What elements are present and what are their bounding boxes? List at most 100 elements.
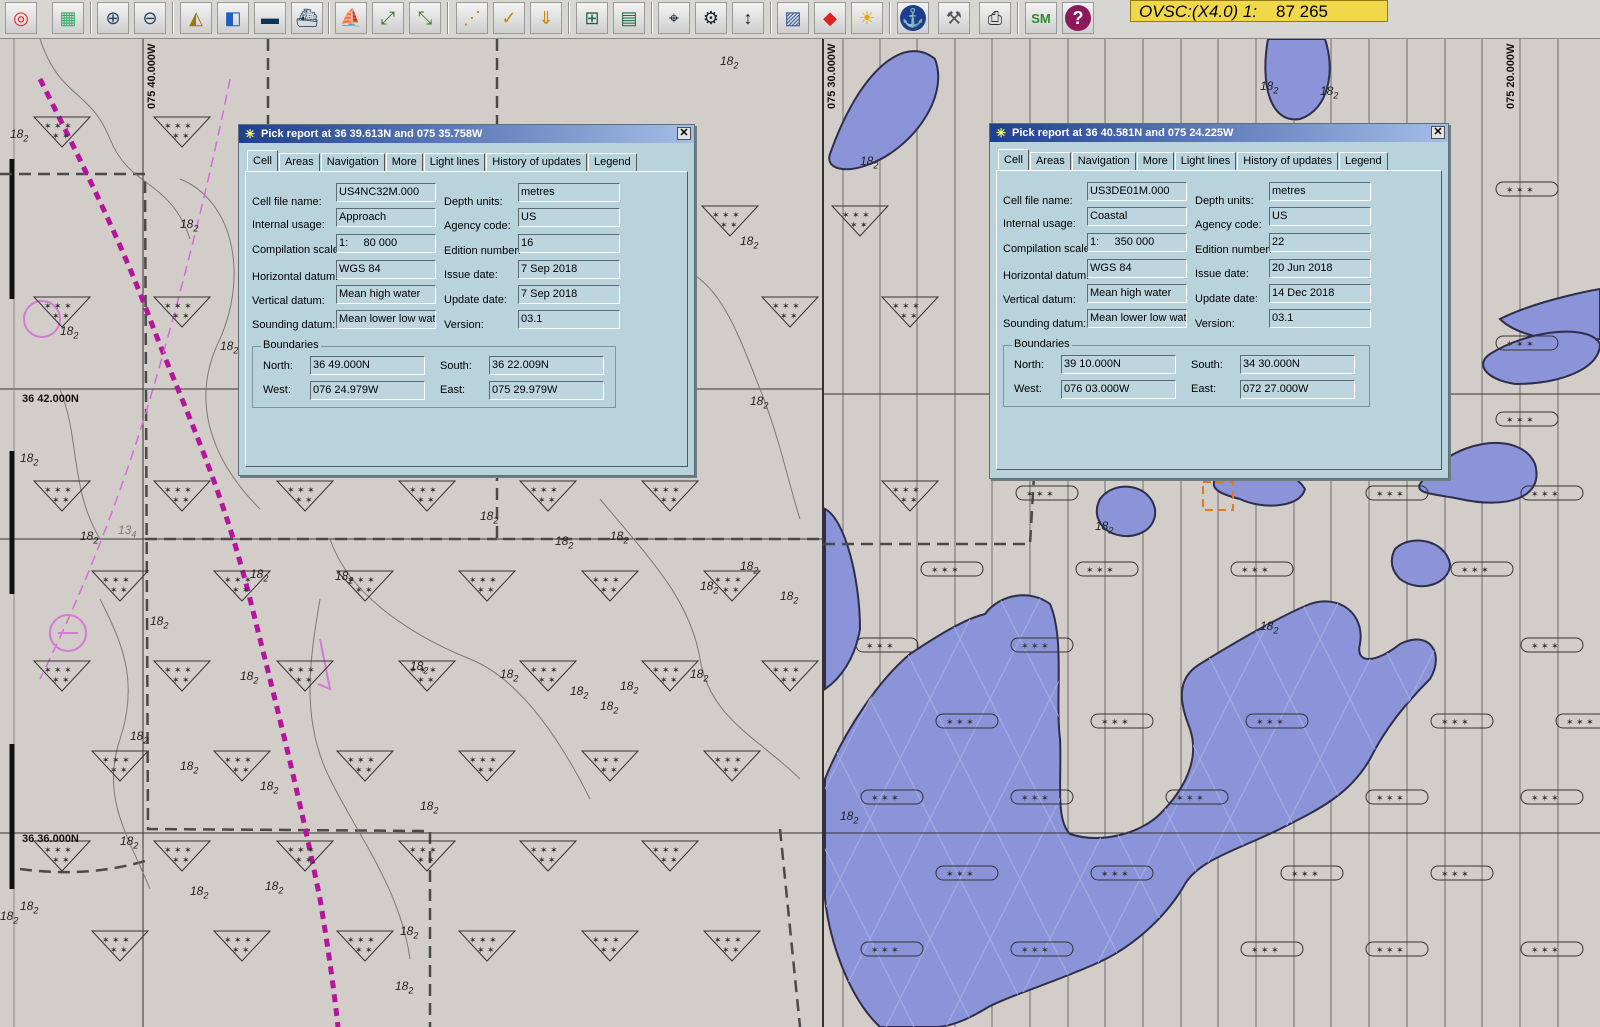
depth-decimal: 2 — [408, 985, 414, 996]
tab-more[interactable]: More — [385, 153, 423, 171]
dialog-titlebar[interactable]: ✳ Pick report at 36 40.581N and 075 24.2… — [990, 124, 1448, 142]
tab-areas[interactable]: Areas — [278, 153, 320, 171]
tab-cell[interactable]: Cell — [247, 150, 278, 171]
depth-value: 18 — [10, 127, 24, 141]
pick-report-dialog[interactable]: ✳ Pick report at 36 39.613N and 075 35.7… — [238, 124, 695, 476]
scale-icon[interactable]: ↕ — [732, 2, 764, 34]
horizontal-datum-label: Horizontal datum: — [252, 271, 339, 283]
tab-legend[interactable]: Legend — [587, 153, 637, 171]
lifebuoy-icon[interactable]: ◎ — [5, 2, 37, 34]
depth-sounding: 182 — [620, 679, 638, 695]
ship-outline-icon[interactable]: ⛴ — [291, 2, 323, 34]
add-chart-icon[interactable]: ⊞ — [576, 2, 608, 34]
depth-sounding: 134 — [118, 523, 136, 539]
usage-value: Approach — [336, 208, 436, 227]
depth-decimal: 2 — [133, 840, 139, 851]
depth-sounding: 182 — [610, 529, 628, 545]
depth-sounding: 182 — [335, 569, 353, 585]
tab-history-of-updates[interactable]: History of updates — [486, 153, 587, 171]
close-icon: ✕ — [1433, 126, 1443, 138]
check-icon[interactable]: ✓ — [493, 2, 525, 34]
depth-units-value: metres — [518, 183, 620, 202]
depth-decimal: 2 — [93, 535, 99, 546]
east-label: East: — [1191, 383, 1217, 395]
update-date-label: Update date: — [444, 294, 507, 306]
tab-navigation[interactable]: Navigation — [320, 153, 385, 171]
depth-value: 18 — [620, 679, 634, 693]
book-icon[interactable]: ▤ — [613, 2, 645, 34]
color-palette-icon[interactable]: ◆ — [814, 2, 846, 34]
pick-report-dialog[interactable]: ✳ Pick report at 36 40.581N and 075 24.2… — [989, 123, 1449, 479]
south-label: South: — [440, 360, 472, 372]
east-value: 072 27.000W — [1240, 380, 1355, 399]
tab-navigation[interactable]: Navigation — [1071, 152, 1136, 170]
weather-icon[interactable]: ☀ — [851, 2, 883, 34]
depth-value: 18 — [780, 589, 794, 603]
zoom-in-icon[interactable]: ⊕ — [97, 2, 129, 34]
toolbar-separator — [447, 2, 449, 34]
dialog-title: Pick report at 36 39.613N and 075 35.758… — [261, 128, 483, 140]
tab-light-lines[interactable]: Light lines — [1174, 152, 1237, 170]
depth-value: 18 — [190, 884, 204, 898]
depth-decimal: 2 — [163, 620, 169, 631]
depth-sounding: 182 — [220, 339, 238, 355]
tab-light-lines[interactable]: Light lines — [423, 153, 486, 171]
depth-sounding: 182 — [10, 127, 28, 143]
close-button[interactable]: ✕ — [1431, 126, 1445, 139]
depth-value: 18 — [130, 729, 144, 743]
sounding-datum-value: Mean lower low wate — [336, 310, 436, 329]
settings-target-icon[interactable]: ⚙ — [695, 2, 727, 34]
route-icon[interactable]: ⤡ — [409, 2, 441, 34]
toolbar-separator — [90, 2, 92, 34]
dialog-titlebar[interactable]: ✳ Pick report at 36 39.613N and 075 35.7… — [239, 125, 694, 143]
scale-zoom: (X4.0) 1: — [1191, 2, 1258, 21]
close-icon: ✕ — [679, 127, 689, 139]
tab-history-of-updates[interactable]: History of updates — [1237, 152, 1338, 170]
scale-display: OVSC:(X4.0) 1: 87 265 — [1130, 0, 1388, 22]
ship-lowered-icon[interactable]: ▬ — [254, 2, 286, 34]
depth-decimal: 2 — [753, 240, 759, 251]
hammer-icon[interactable]: ⚒ — [938, 2, 970, 34]
close-button[interactable]: ✕ — [677, 127, 691, 140]
anchor-icon[interactable]: ⚓ — [897, 2, 929, 34]
chart-doc-icon[interactable]: ▨ — [777, 2, 809, 34]
tab-legend[interactable]: Legend — [1338, 152, 1388, 170]
help-icon[interactable]: ? — [1062, 2, 1094, 34]
depth-sounding: 182 — [570, 684, 588, 700]
measure-icon[interactable]: ⤢ — [372, 2, 404, 34]
latitude-label: 36 42.000N — [22, 393, 79, 405]
tab-cell[interactable]: Cell — [998, 149, 1029, 170]
ship-hull-icon[interactable]: ⛵ — [335, 2, 367, 34]
zoom-out-icon[interactable]: ⊖ — [134, 2, 166, 34]
sm-icon[interactable]: SM — [1025, 2, 1057, 34]
depth-sounding: 182 — [80, 529, 98, 545]
depth-sounding: 182 — [410, 659, 428, 675]
download-icon[interactable]: ⇓ — [530, 2, 562, 34]
network-icon[interactable]: ⋰ — [456, 2, 488, 34]
calendar-add-icon[interactable]: ▦ — [52, 2, 84, 34]
west-value: 076 03.000W — [1061, 380, 1176, 399]
layers-icon[interactable]: ◧ — [217, 2, 249, 34]
printer-icon[interactable]: ⎙ — [979, 2, 1011, 34]
tab-areas[interactable]: Areas — [1029, 152, 1071, 170]
depth-sounding: 182 — [1320, 84, 1338, 100]
depth-value: 18 — [0, 909, 14, 923]
depth-decimal: 2 — [143, 735, 149, 746]
issue-date-value: 20 Jun 2018 — [1269, 259, 1371, 278]
depth-sounding: 182 — [1260, 619, 1278, 635]
depth-units-label: Depth units: — [1195, 195, 1254, 207]
depth-value: 18 — [180, 759, 194, 773]
agency-code-value: US — [1269, 207, 1371, 226]
depth-decimal: 2 — [1333, 90, 1339, 101]
tab-more[interactable]: More — [1136, 152, 1174, 170]
target-icon[interactable]: ⌖ — [658, 2, 690, 34]
depth-decimal: 2 — [193, 765, 199, 776]
depth-value: 18 — [1260, 619, 1274, 633]
depth-decimal: 2 — [1108, 525, 1114, 536]
depth-value: 18 — [1095, 519, 1109, 533]
plane-icon[interactable]: ◭ — [180, 2, 212, 34]
depth-sounding: 182 — [20, 899, 38, 915]
depth-decimal: 2 — [513, 673, 519, 684]
depth-decimal: 2 — [33, 905, 39, 916]
version-label: Version: — [444, 319, 484, 331]
